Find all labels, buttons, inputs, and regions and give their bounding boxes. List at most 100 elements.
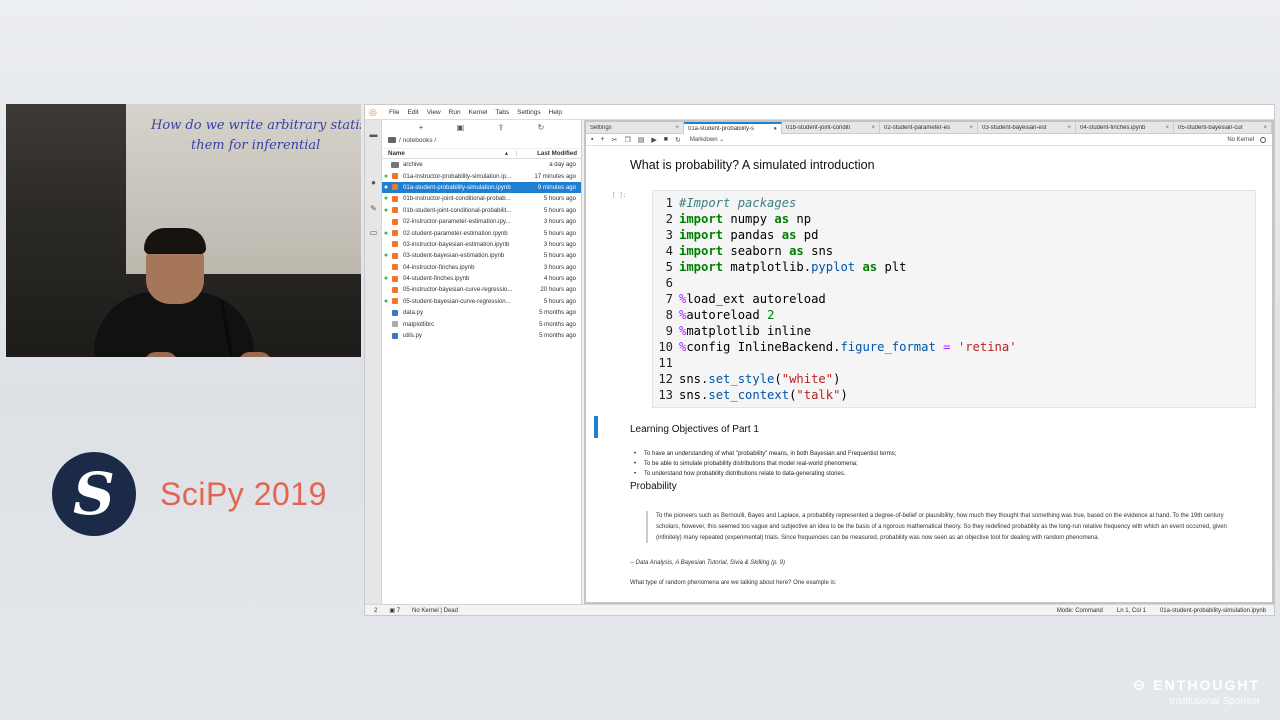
python-file-icon xyxy=(392,309,398,316)
file-modified: 5 hours ago xyxy=(543,229,576,237)
file-row[interactable]: data.py 5 months ago xyxy=(382,307,581,318)
new-folder-icon[interactable]: ▣ xyxy=(457,123,465,132)
list-item: To understand how probability distributi… xyxy=(632,469,896,479)
cursor-position[interactable]: Ln 1, Col 1 xyxy=(1117,608,1146,614)
whiteboard-line-1: How do we write arbitrary statis xyxy=(151,118,361,133)
folder-icon[interactable]: ▬ xyxy=(369,130,378,139)
running-icon[interactable]: ● xyxy=(369,178,378,187)
cell-type-select[interactable]: Markdown ⌄ xyxy=(690,136,724,143)
file-name: 05-instructor-bayesian-curve-regressio..… xyxy=(403,286,513,294)
code-token: ( xyxy=(774,372,782,386)
file-icon xyxy=(392,321,398,328)
running-indicator-icon: ● xyxy=(383,275,389,283)
running-indicator-icon: ● xyxy=(383,172,389,180)
tab-notebook[interactable]: 05-student-bayesian-cur × xyxy=(1174,122,1272,134)
tab-settings[interactable]: Settings × xyxy=(586,122,684,134)
kernel-name[interactable]: No Kernel xyxy=(1227,137,1254,143)
list-item: To have an understanding of what "probab… xyxy=(632,449,896,459)
status-right: Mode: Command Ln 1, Col 1 01a-student-pr… xyxy=(1043,608,1274,614)
breadcrumb[interactable]: / notebooks / xyxy=(382,134,581,146)
unsaved-dot-icon[interactable]: ● xyxy=(773,126,777,132)
code-line: 10 %config InlineBackend.figure_format = … xyxy=(653,339,1016,355)
upload-icon[interactable]: ⇪ xyxy=(498,123,505,132)
speaker-hair xyxy=(144,228,206,254)
file-row[interactable]: 05-instructor-bayesian-curve-regressio..… xyxy=(382,284,581,295)
line-number: 10 xyxy=(658,340,673,354)
file-modified: 9 minutes ago xyxy=(537,183,576,191)
restart-icon[interactable]: ↻ xyxy=(675,136,681,144)
file-row[interactable]: ● 03-student-bayesian-estimation.ipynb 5 h… xyxy=(382,250,581,261)
code-line: 2 import numpy as np xyxy=(653,211,811,227)
menu-file[interactable]: File xyxy=(389,109,399,116)
tab-label: 02-student-parameter-es xyxy=(884,125,951,131)
column-modified[interactable]: Last Modified xyxy=(517,150,581,157)
file-row[interactable]: ● 04-student-finches.ipynb 4 hours ago xyxy=(382,273,581,284)
file-row[interactable]: ● 01b-student-joint-conditional-probabili… xyxy=(382,205,581,216)
column-name[interactable]: Name ▴ xyxy=(382,150,517,157)
file-modified: 5 months ago xyxy=(539,309,576,317)
code-token: plt xyxy=(877,260,907,274)
file-modified: a day ago xyxy=(549,161,576,169)
file-row[interactable]: archive a day ago xyxy=(382,159,581,170)
menu-tabs[interactable]: Tabs xyxy=(495,109,509,116)
file-row[interactable]: 02-instructor-parameter-estimation.ipy..… xyxy=(382,216,581,227)
file-list-header: Name ▴ Last Modified xyxy=(382,148,581,159)
code-cell[interactable]: 1 #Import packages 2 import numpy as np 3 imp… xyxy=(652,190,1256,408)
kernel-status[interactable]: No Kernel | Dead xyxy=(412,608,458,614)
notebook-icon xyxy=(392,218,398,225)
file-row[interactable]: ● 01a-instructor-probability-simulation.i… xyxy=(382,170,581,181)
code-token: seaborn xyxy=(723,244,790,258)
close-icon[interactable]: × xyxy=(675,125,679,131)
menu-kernel[interactable]: Kernel xyxy=(469,109,488,116)
file-row[interactable]: utils.py 5 months ago xyxy=(382,330,581,341)
line-number: 12 xyxy=(658,372,673,386)
file-row[interactable]: 03-instructor-bayesian-estimation.ipynb 3… xyxy=(382,239,581,250)
menu-settings[interactable]: Settings xyxy=(517,109,541,116)
notebook-panel[interactable]: What is probability? A simulated introdu… xyxy=(586,148,1272,602)
terminal-count: ▣ 7 xyxy=(389,607,400,614)
new-launcher-icon[interactable]: + xyxy=(419,123,424,132)
menu-run[interactable]: Run xyxy=(449,109,461,116)
close-icon[interactable]: × xyxy=(1263,125,1267,131)
save-icon[interactable]: ▪ xyxy=(591,136,593,143)
tab-notebook[interactable]: 04-student-finches.ipynb × xyxy=(1076,122,1174,134)
run-icon[interactable]: ▶ xyxy=(651,136,656,144)
line-number: 1 xyxy=(665,196,673,210)
tab-notebook[interactable]: 01b-student-joint-conditi × xyxy=(782,122,880,134)
file-row[interactable]: ● 01a-student-probability-simulation.ipyn… xyxy=(382,181,581,194)
sponsor-brand: ⊖ ENTHOUGHT xyxy=(1133,676,1260,694)
menu-view[interactable]: View xyxy=(427,109,441,116)
breadcrumb-path[interactable]: / notebooks / xyxy=(399,137,436,144)
close-icon[interactable]: × xyxy=(1067,125,1071,131)
refresh-icon[interactable]: ↻ xyxy=(538,123,545,132)
close-icon[interactable]: × xyxy=(969,125,973,131)
tabs-icon[interactable]: ▭ xyxy=(369,228,378,237)
menu-edit[interactable]: Edit xyxy=(407,109,418,116)
file-row[interactable]: ● 01b-instructor-joint-conditional-probab… xyxy=(382,193,581,204)
probability-heading: Probability xyxy=(630,481,677,492)
file-row[interactable]: matplotlibrc 5 months ago xyxy=(382,318,581,329)
code-token: import xyxy=(679,212,724,226)
tab-notebook[interactable]: 01a-student-probability-s ● xyxy=(684,122,782,134)
copy-icon[interactable]: ❐ xyxy=(624,136,630,144)
code-token: #Import packages xyxy=(679,196,797,210)
file-row[interactable]: 04-instructor-finches.ipynb 3 hours ago xyxy=(382,262,581,273)
close-icon[interactable]: × xyxy=(871,125,875,131)
commands-icon[interactable]: ✎ xyxy=(369,204,378,213)
paste-icon[interactable]: ▤ xyxy=(638,136,645,144)
close-icon[interactable]: × xyxy=(1165,125,1169,131)
file-row[interactable]: ● 02-student-parameter-estimation.ipynb 5 … xyxy=(382,227,581,238)
menu-help[interactable]: Help xyxy=(549,109,562,116)
notebook-icon xyxy=(392,184,398,191)
stop-icon[interactable]: ■ xyxy=(664,136,668,143)
code-token: = xyxy=(943,340,951,354)
main-dock-panel: Settings × 01a-student-probability-s ● 01b-s… xyxy=(584,120,1274,604)
file-row[interactable]: ● 05-student-bayesian-curve-regression...… xyxy=(382,296,581,307)
file-modified: 5 hours ago xyxy=(543,297,576,305)
running-indicator-icon: ● xyxy=(383,297,389,305)
tab-notebook[interactable]: 02-student-parameter-es × xyxy=(880,122,978,134)
notebook-title: What is probability? A simulated introdu… xyxy=(630,158,875,172)
insert-cell-icon[interactable]: + xyxy=(600,136,604,143)
cut-icon[interactable]: ✂ xyxy=(612,136,618,144)
tab-notebook[interactable]: 03-student-bayesian-est × xyxy=(978,122,1076,134)
